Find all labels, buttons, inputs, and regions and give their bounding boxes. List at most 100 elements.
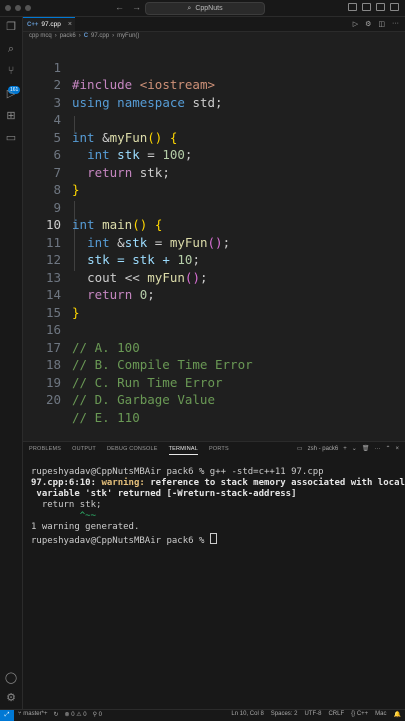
breadcrumb-item[interactable]: pack6 [60, 33, 76, 39]
account-icon[interactable]: ◯ [4, 671, 18, 685]
code-line: 6 return stk; [23, 129, 405, 180]
explorer-icon[interactable]: ❐ [4, 20, 18, 34]
customize-layout-icon[interactable] [390, 3, 399, 11]
remote-indicator-icon[interactable]: ⤢ [0, 710, 14, 721]
branch-status[interactable]: ⑂ master*+ [18, 711, 47, 718]
code-line: 16 // A. 100 [23, 304, 405, 355]
code-line: 4 int &myFun() { [23, 94, 405, 145]
ports-status[interactable]: ⚲ 0 [93, 711, 102, 718]
code-line: 12 cout << myFun(); [23, 234, 405, 285]
trash-icon[interactable]: 🗑 [362, 445, 370, 452]
bottom-panel: PROBLEMS OUTPUT DEBUG CONSOLE TERMINAL P… [23, 441, 405, 710]
terminal-cursor [209, 533, 217, 544]
breadcrumb-separator: › [54, 33, 57, 39]
terminal-name[interactable]: zsh - pack6 [308, 446, 339, 452]
window-controls[interactable] [5, 5, 31, 11]
terminal-output[interactable]: rupeshyadav@CppNutsMBAir pack6 % g++ -st… [31, 467, 405, 547]
tab-output[interactable]: OUTPUT [72, 446, 96, 455]
tab-terminal[interactable]: TERMINAL [168, 446, 198, 455]
settings-gear-icon[interactable]: ⚙ [4, 691, 18, 705]
minimize-window-icon[interactable] [15, 5, 21, 11]
code-editor[interactable]: 1 #include <iostream> 2 using namespace … [23, 41, 405, 439]
status-bar: ⤢ ⑂ master*+ ↻ ⊗ 0 ⚠ 0 ⚲ 0 Ln 10, Col 8 … [0, 709, 405, 721]
tab-debug-console[interactable]: DEBUG CONSOLE [107, 446, 158, 455]
panel-actions: ▭ zsh - pack6 + ⌄ 🗑 ··· ⌃ × [296, 445, 399, 453]
close-tab-icon[interactable]: × [68, 21, 72, 28]
code-line: 20 // E. 110 [23, 374, 405, 425]
language-mode[interactable]: {} C++ [351, 711, 368, 718]
tab-problems[interactable]: PROBLEMS [29, 446, 61, 455]
terminal-line: rupeshyadav@CppNutsMBAir pack6 % g++ -st… [31, 467, 324, 477]
maximize-panel-icon[interactable]: ⌃ [385, 445, 390, 452]
dropdown-icon[interactable]: ⌄ [352, 445, 357, 452]
code-line: 11 stk = stk + 10; [23, 216, 405, 268]
panel-tabs: PROBLEMS OUTPUT DEBUG CONSOLE TERMINAL P… [29, 446, 229, 455]
more-actions-icon[interactable]: ··· [392, 20, 399, 28]
close-window-icon[interactable] [5, 5, 11, 11]
code-line: 13 return 0; [23, 251, 405, 303]
error-count: 0 [71, 712, 75, 718]
tab-ports[interactable]: PORTS [209, 446, 229, 455]
more-actions-icon[interactable]: ··· [374, 446, 380, 452]
warning-count: 0 [83, 712, 87, 718]
breadcrumb-item[interactable]: myFun() [117, 33, 139, 39]
split-editor-icon[interactable]: ◫ [378, 20, 385, 28]
maximize-window-icon[interactable] [25, 5, 31, 11]
end-of-line[interactable]: CRLF [328, 711, 344, 718]
code-line: 14 } [23, 269, 405, 320]
breadcrumb-item[interactable]: 97.cpp [91, 33, 109, 39]
platform[interactable]: Mac [375, 711, 386, 718]
editor-tabs: C++ 97.cpp × ▷ ⚙ ◫ ··· [23, 17, 405, 32]
settings-icon[interactable]: ⚙ [365, 20, 371, 28]
terminal-line: ^~~ [31, 511, 97, 521]
title-bar: ← → ⌕ CppNuts [0, 0, 405, 17]
code-line: 10 int &stk = myFun(); [23, 199, 405, 250]
toggle-sidebar-icon[interactable] [348, 3, 357, 11]
code-line: 3 [23, 76, 405, 110]
toggle-panel-icon[interactable] [362, 3, 371, 11]
answer-option-e: // E. 110 [72, 409, 140, 425]
cpp-file-icon: C++ [27, 21, 39, 28]
terminal-line: 1 warning generated. [31, 522, 140, 532]
code-line: 17 // B. Compile Time Error [23, 321, 405, 373]
command-center-search[interactable]: ⌕ CppNuts [145, 2, 265, 15]
new-terminal-icon[interactable]: + [343, 446, 347, 452]
editor-actions: ▷ ⚙ ◫ ··· [353, 20, 399, 28]
problems-status[interactable]: ⊗ 0 ⚠ 0 [65, 711, 87, 718]
source-control-icon[interactable]: ⑂ [4, 64, 18, 78]
notifications-icon[interactable]: 🔔 [394, 711, 401, 718]
forward-arrow-icon[interactable]: → [132, 2, 141, 12]
warning-location: 97.cpp:6:10: [31, 478, 102, 488]
indentation[interactable]: Spaces: 2 [271, 711, 298, 718]
answer-option-d: // D. Garbage Value [72, 392, 215, 407]
cursor-position[interactable]: Ln 10, Col 8 [231, 711, 263, 718]
search-icon[interactable]: ⌕ [4, 42, 18, 56]
cpp-file-icon: C [83, 33, 89, 39]
refresh-icon[interactable]: ↻ [53, 711, 58, 718]
terminal-prompt: rupeshyadav@CppNutsMBAir pack6 % [31, 536, 210, 546]
remote-explorer-icon[interactable]: ▭ [4, 131, 18, 145]
extensions-icon[interactable]: ⊞ [4, 109, 18, 123]
nav-arrows: ← → [115, 2, 141, 12]
terminal-line: variable 'stk' returned [-Wreturn-stack-… [31, 489, 297, 499]
encoding[interactable]: UTF-8 [304, 711, 321, 718]
run-debug-icon[interactable]: ▷ [4, 87, 18, 101]
activity-bar: ❐ ⌕ ⑂ 161 ▷ ⊞ ▭ ◯ ⚙ [0, 17, 23, 709]
status-right: Ln 10, Col 8 Spaces: 2 UTF-8 CRLF {} C++… [231, 711, 401, 718]
code-line: 2 using namespace std; [23, 59, 405, 110]
code-line: 18 // C. Run Time Error [23, 339, 405, 390]
command-center-label: CppNuts [195, 5, 223, 12]
breadcrumb-separator: › [78, 33, 81, 39]
code-line: 9 int main() { [23, 181, 405, 233]
run-file-icon[interactable]: ▷ [353, 20, 358, 28]
close-panel-icon[interactable]: × [395, 446, 399, 452]
code-line: 8 [23, 164, 405, 197]
breadcrumb: cpp mcq › pack6 › C 97.cpp › myFun() [29, 31, 139, 41]
tab-label: 97.cpp [41, 21, 61, 28]
terminal-shell-icon: ▭ [296, 446, 303, 452]
toggle-secondary-sidebar-icon[interactable] [376, 3, 385, 11]
terminal-line: return stk; [31, 500, 102, 510]
breadcrumb-item[interactable]: cpp mcq [29, 33, 52, 39]
tab-97-cpp[interactable]: C++ 97.cpp × [23, 17, 75, 31]
back-arrow-icon[interactable]: ← [115, 2, 124, 12]
